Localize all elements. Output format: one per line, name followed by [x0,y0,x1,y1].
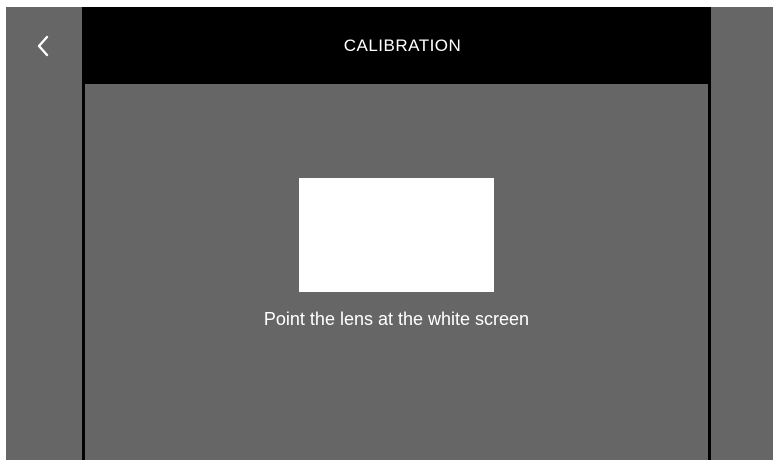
instruction-text: Point the lens at the white screen [263,309,530,329]
left-panel [6,7,82,460]
back-button[interactable] [28,31,58,61]
chevron-left-icon [37,35,49,57]
white-calibration-target [299,178,494,292]
main-panel: CALIBRATION Point the lens at the white … [82,7,711,460]
device-screen: CALIBRATION Point the lens at the white … [6,7,773,460]
header-bar: CALIBRATION [82,7,711,84]
page-title: CALIBRATION [343,35,462,55]
calibration-content: Point the lens at the white screen [85,84,708,460]
right-panel [711,7,773,460]
